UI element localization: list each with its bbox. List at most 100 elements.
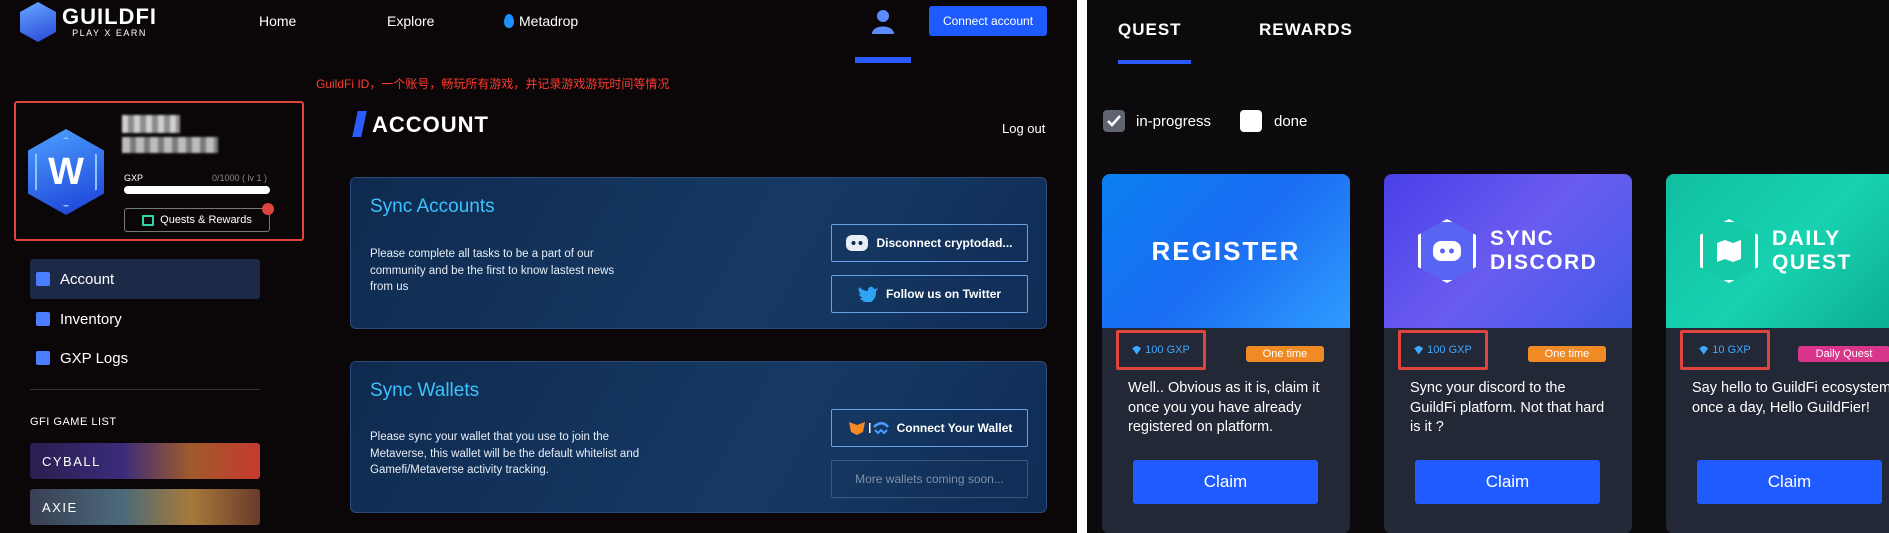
gem-icon bbox=[1699, 345, 1709, 355]
sync-wallets-title: Sync Wallets bbox=[370, 380, 480, 401]
sync-accounts-card: Sync Accounts Please complete all tasks … bbox=[350, 177, 1047, 329]
sidebar-item-account[interactable]: Account bbox=[30, 259, 260, 299]
frequency-badge: One time bbox=[1528, 346, 1606, 362]
banner-title-line2: QUEST bbox=[1772, 251, 1852, 274]
tab-quest[interactable]: QUEST bbox=[1118, 20, 1182, 40]
profile-card: W GXP 0/1000 ( lv 1 ) Quests & Rewards bbox=[14, 101, 304, 241]
sidebar-item-label: Inventory bbox=[60, 310, 122, 328]
gxp-logs-icon bbox=[36, 351, 50, 365]
discord-hex-icon bbox=[1418, 219, 1476, 283]
discord-icon bbox=[846, 235, 869, 251]
quest-card-sync-discord: SYNC DISCORD 100 GXP One time Sync your … bbox=[1384, 174, 1632, 533]
quest-description: Well.. Obvious as it is, claim it once y… bbox=[1128, 380, 1320, 435]
active-tab-indicator bbox=[1118, 60, 1191, 64]
game-item-axie[interactable]: AXIE bbox=[30, 489, 260, 525]
blurred-user-id bbox=[122, 137, 218, 153]
game-list-title: GFI GAME LIST bbox=[30, 416, 117, 428]
title-accent-slash bbox=[352, 111, 367, 137]
user-profile-icon[interactable] bbox=[870, 8, 896, 34]
more-wallets-button: More wallets coming soon... bbox=[831, 460, 1028, 498]
top-navigation-bar: GUILDFI PLAY X EARN Home Explore Metadro… bbox=[0, 0, 1077, 68]
avatar-letter: W bbox=[35, 137, 97, 207]
guildfi-account-panel: GUILDFI PLAY X EARN Home Explore Metadro… bbox=[0, 0, 1077, 533]
claim-button[interactable]: Claim bbox=[1133, 460, 1318, 504]
reward-amount: 10 GXP bbox=[1712, 344, 1751, 356]
quest-banner-daily-quest: DAILY QUEST bbox=[1666, 174, 1889, 328]
reward-badge: 100 GXP bbox=[1116, 330, 1206, 370]
connect-wallet-label: Connect Your Wallet bbox=[896, 421, 1013, 435]
frequency-badge: Daily Quest bbox=[1798, 346, 1889, 362]
quest-description: Say hello to GuildFi ecosystem once a da… bbox=[1692, 380, 1889, 416]
connect-account-button[interactable]: Connect account bbox=[929, 6, 1047, 36]
gxp-progress-bar bbox=[124, 186, 270, 194]
map-hex-icon bbox=[1700, 219, 1758, 283]
sync-accounts-text: Please complete all tasks to be a part o… bbox=[370, 248, 615, 293]
logo-hex-icon bbox=[20, 2, 56, 42]
blurred-username bbox=[122, 115, 180, 133]
done-checkbox[interactable] bbox=[1240, 110, 1262, 132]
frequency-badge: One time bbox=[1246, 346, 1324, 362]
gem-icon bbox=[1414, 345, 1424, 355]
sidebar-item-inventory[interactable]: Inventory bbox=[30, 299, 260, 339]
reward-badge: 100 GXP bbox=[1398, 330, 1488, 370]
quest-card-daily-quest: DAILY QUEST 10 GXP Daily Quest Say hello… bbox=[1666, 174, 1889, 533]
connect-wallet-button[interactable]: Connect Your Wallet bbox=[831, 409, 1028, 447]
page-title: ACCOUNT bbox=[372, 112, 489, 137]
quest-banner-register: REGISTER bbox=[1102, 174, 1350, 328]
nav-metadrop[interactable]: Metadrop bbox=[504, 13, 578, 29]
disconnect-discord-label: Disconnect cryptodad... bbox=[876, 236, 1013, 250]
annotation-note: GuildFi ID，一个账号，畅玩所有游戏，并记录游戏游玩时间等情况 bbox=[316, 77, 670, 91]
map-icon bbox=[1717, 240, 1741, 262]
avatar[interactable]: W bbox=[28, 129, 104, 215]
in-progress-checkbox[interactable] bbox=[1103, 110, 1125, 132]
follow-twitter-label: Follow us on Twitter bbox=[885, 287, 1002, 301]
quest-banner-sync-discord: SYNC DISCORD bbox=[1384, 174, 1632, 328]
gxp-label: GXP bbox=[124, 173, 144, 183]
logo-title: GUILDFI bbox=[62, 4, 157, 29]
banner-title: REGISTER bbox=[1151, 235, 1301, 266]
banner-title: SYNC bbox=[1490, 227, 1555, 250]
tab-rewards[interactable]: REWARDS bbox=[1259, 20, 1353, 40]
twitter-icon bbox=[857, 286, 878, 302]
nav-explore[interactable]: Explore bbox=[387, 13, 434, 29]
guildfi-logo[interactable]: GUILDFI PLAY X EARN bbox=[20, 2, 157, 42]
reward-amount: 100 GXP bbox=[1145, 344, 1190, 356]
map-book-icon bbox=[142, 214, 155, 226]
gxp-progress-text: 0/1000 ( lv 1 ) bbox=[212, 173, 268, 183]
claim-button[interactable]: Claim bbox=[1697, 460, 1882, 504]
quest-description: Sync your discord to the GuildFi platfor… bbox=[1410, 380, 1605, 435]
nav-metadrop-label: Metadrop bbox=[519, 13, 579, 29]
banner-title-line2: DISCORD bbox=[1490, 251, 1598, 274]
banner-title: DAILY bbox=[1772, 227, 1841, 250]
nav-home[interactable]: Home bbox=[259, 13, 296, 29]
sidebar-item-label: GXP Logs bbox=[60, 349, 129, 367]
game-item-cyball[interactable]: CYBALL bbox=[30, 443, 260, 479]
sync-wallets-card: Sync Wallets Please sync your wallet tha… bbox=[350, 361, 1047, 513]
metadrop-drop-icon bbox=[504, 14, 514, 28]
metamask-walletconnect-icon bbox=[848, 422, 889, 435]
checkmark-icon bbox=[1107, 115, 1121, 127]
logout-link[interactable]: Log out bbox=[1002, 121, 1045, 136]
quest-card-register: REGISTER 100 GXP One time Well.. Obvious… bbox=[1102, 174, 1350, 533]
reward-badge: 10 GXP bbox=[1680, 330, 1770, 370]
discord-logo-icon bbox=[1433, 241, 1461, 261]
active-profile-indicator bbox=[855, 57, 911, 63]
follow-twitter-button[interactable]: Follow us on Twitter bbox=[831, 275, 1028, 313]
gem-icon bbox=[1132, 345, 1142, 355]
inventory-icon bbox=[36, 312, 50, 326]
account-icon bbox=[36, 272, 50, 286]
sync-wallets-text: Please sync your wallet that you use to … bbox=[370, 431, 640, 476]
sync-accounts-title: Sync Accounts bbox=[370, 196, 495, 217]
quests-rewards-button[interactable]: Quests & Rewards bbox=[124, 208, 270, 232]
sidebar-item-gxp-logs[interactable]: GXP Logs bbox=[30, 338, 260, 378]
in-progress-label: in-progress bbox=[1136, 113, 1212, 130]
quests-rewards-label: Quests & Rewards bbox=[160, 214, 252, 226]
sidebar-divider bbox=[30, 389, 260, 390]
logo-subtitle: PLAY X EARN bbox=[72, 28, 147, 38]
sidebar-item-label: Account bbox=[60, 270, 115, 288]
done-label: done bbox=[1274, 113, 1308, 130]
quest-panel: QUEST REWARDS in-progress done REGISTER … bbox=[1087, 0, 1889, 533]
claim-button[interactable]: Claim bbox=[1415, 460, 1600, 504]
disconnect-discord-button[interactable]: Disconnect cryptodad... bbox=[831, 224, 1028, 262]
reward-amount: 100 GXP bbox=[1427, 344, 1472, 356]
